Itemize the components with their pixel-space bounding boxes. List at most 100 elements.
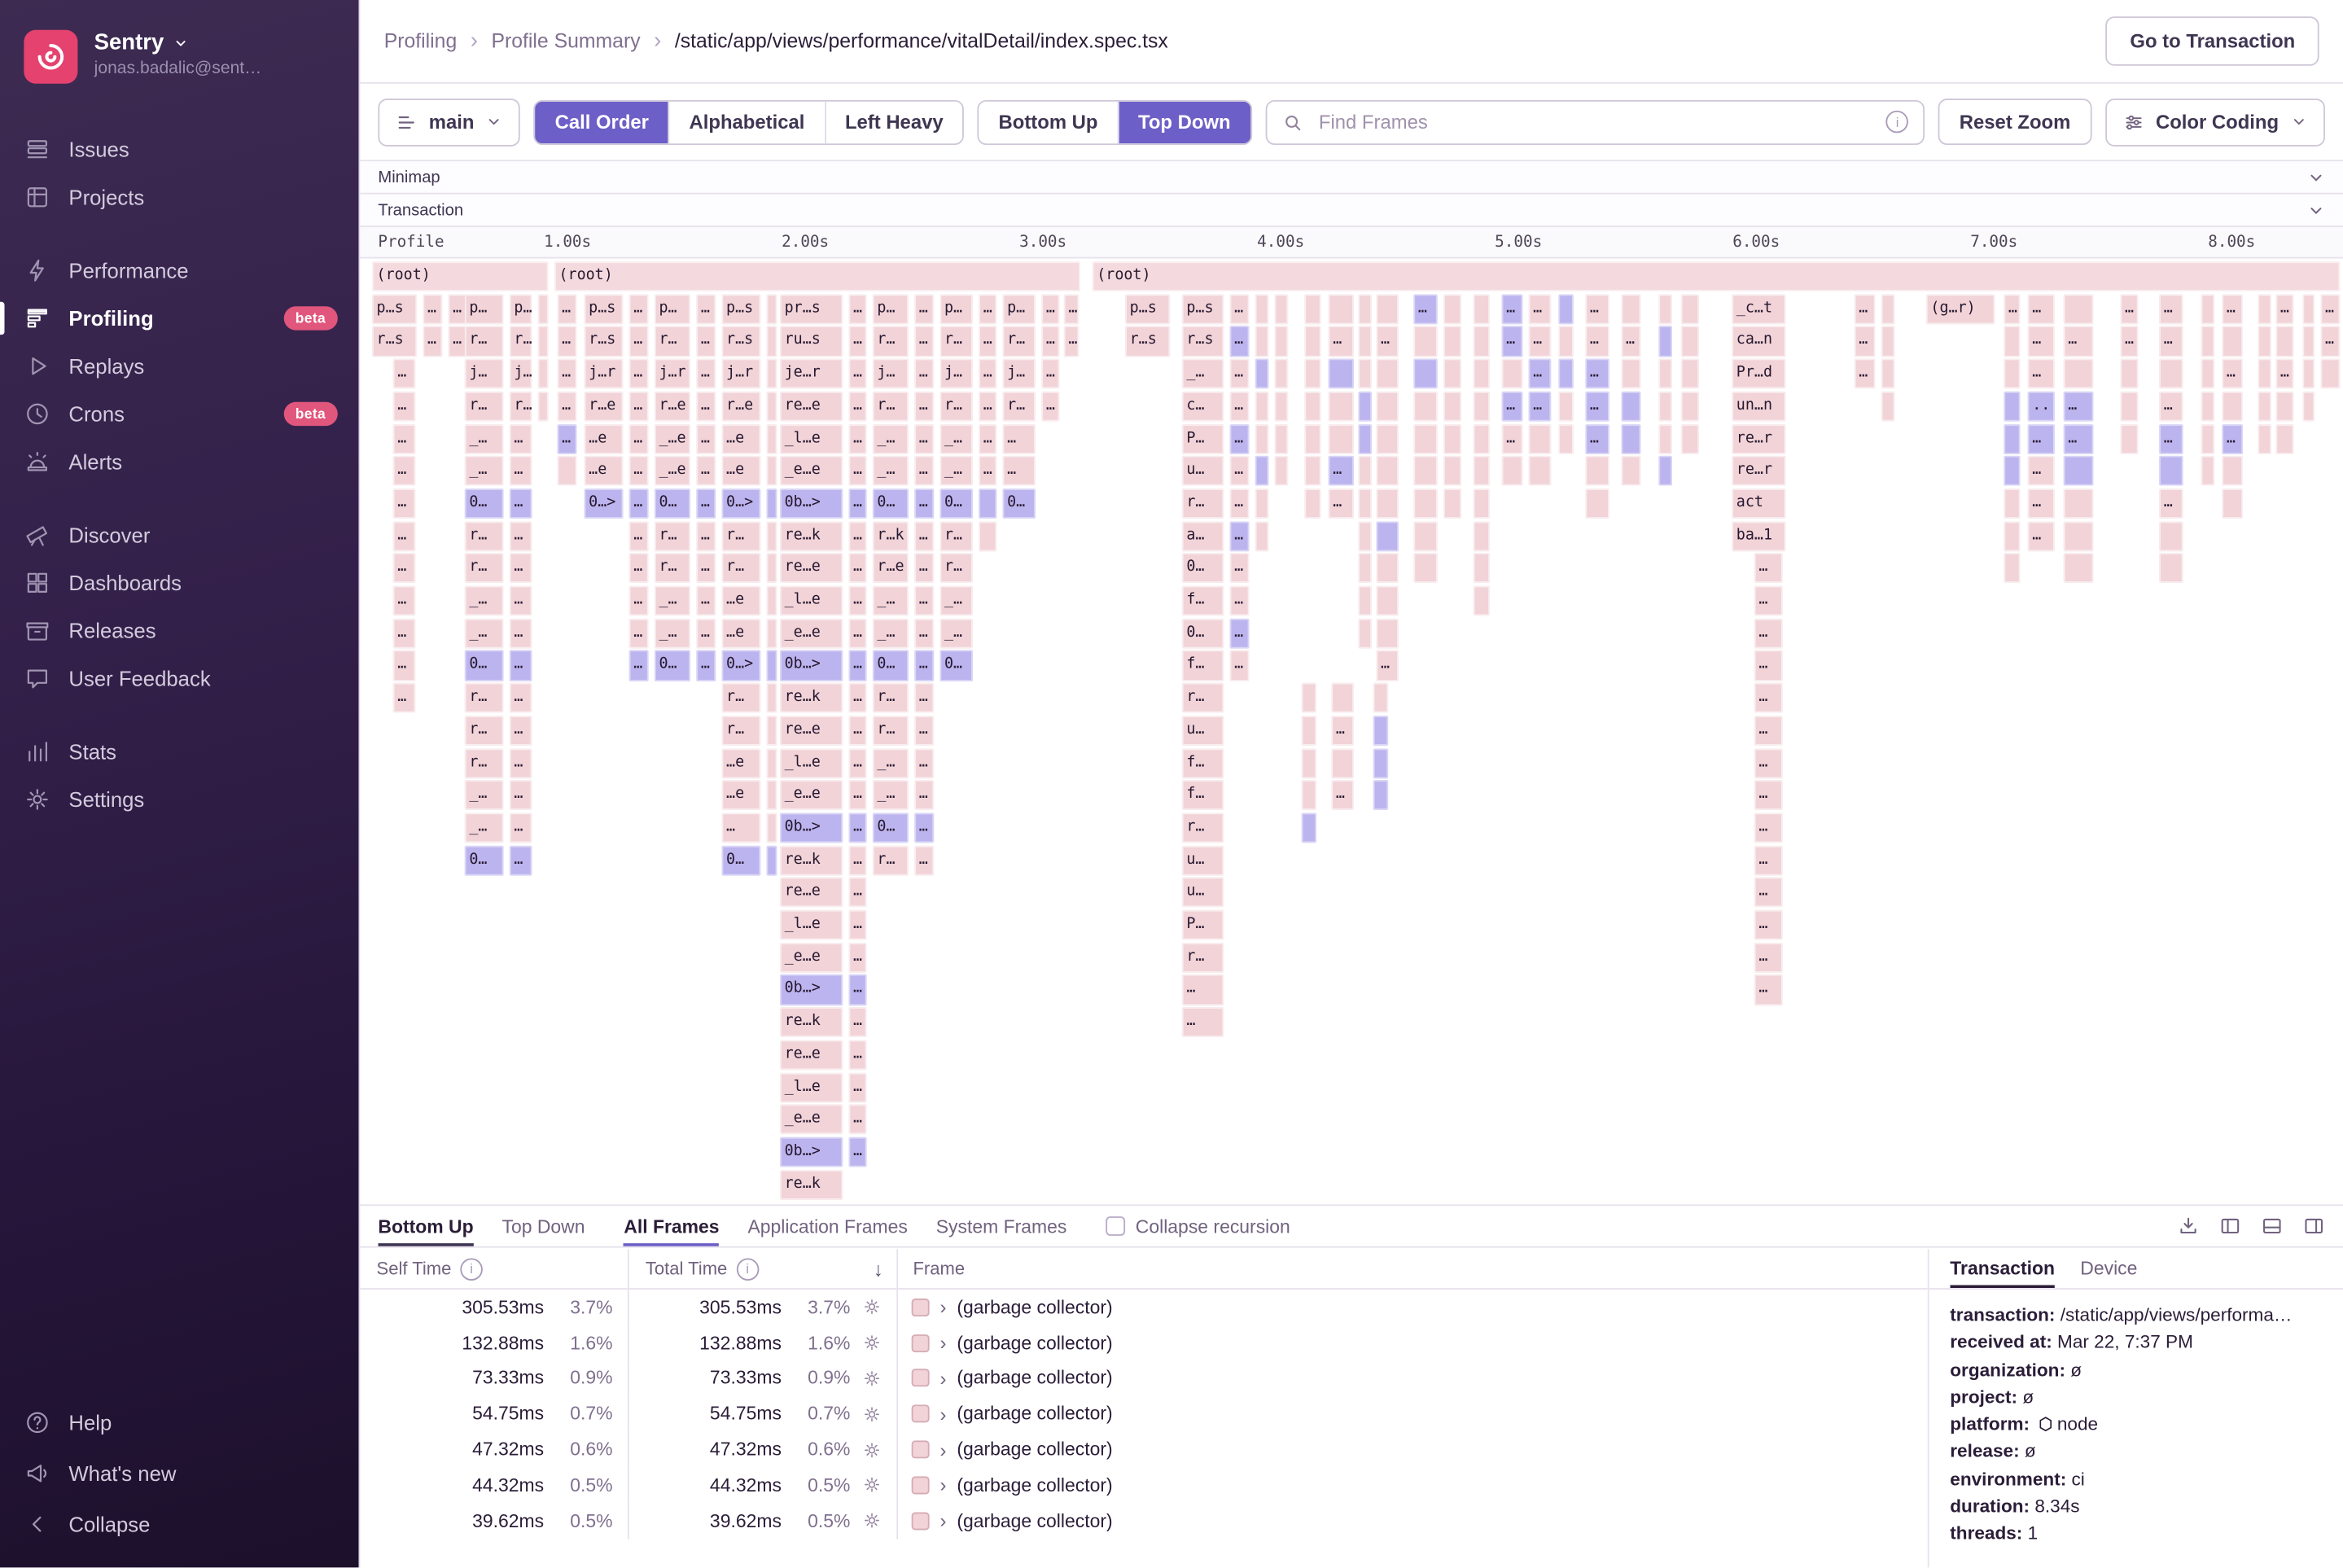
flame-frame-cell[interactable]: … [2028, 423, 2055, 453]
flame-frame-cell[interactable]: … [849, 975, 867, 1005]
flame-frame-cell[interactable]: … [510, 716, 532, 746]
go-to-transaction-button[interactable]: Go to Transaction [2106, 16, 2319, 66]
collapse-recursion-checkbox[interactable] [1106, 1216, 1125, 1236]
flame-frame-cell[interactable]: r… [1182, 812, 1224, 843]
flame-frame-cell[interactable]: … [1230, 456, 1250, 486]
flame-frame-cell[interactable] [2004, 488, 2020, 519]
flame-frame-cell[interactable] [2222, 326, 2243, 357]
flame-frame-cell[interactable] [2004, 359, 2020, 389]
direction-bottom-up[interactable]: Bottom Up [979, 101, 1118, 142]
flame-frame-cell[interactable] [1658, 392, 1672, 422]
flame-frame-cell[interactable]: … [849, 910, 867, 940]
flame-frame-cell[interactable]: p… [510, 294, 532, 324]
flame-frame-cell[interactable]: _… [465, 456, 504, 486]
flame-frame-cell[interactable] [1443, 392, 1461, 422]
flame-frame-cell[interactable] [1658, 294, 1672, 324]
flame-frame-cell[interactable]: … [2004, 294, 2020, 324]
flame-frame-cell[interactable] [1681, 326, 1699, 357]
flame-frame-cell[interactable]: … [1754, 878, 1783, 908]
flame-frame-cell[interactable]: … [393, 423, 416, 453]
flame-frame-cell[interactable]: … [849, 1040, 867, 1070]
flame-frame-cell[interactable]: 0b…> [780, 975, 843, 1005]
flame-frame-cell[interactable] [767, 359, 777, 389]
flame-frame-cell[interactable]: … [696, 586, 716, 616]
flame-frame-cell[interactable] [1331, 748, 1354, 778]
flame-frame-cell[interactable] [767, 554, 777, 584]
flame-frame-cell[interactable] [1302, 812, 1316, 843]
flame-frame-cell[interactable] [2258, 392, 2271, 422]
flame-frame-cell[interactable]: r… [940, 521, 973, 551]
chevron-right-icon[interactable] [940, 1403, 947, 1426]
flame-frame-cell[interactable]: … [510, 683, 532, 713]
flame-frame-cell[interactable]: … [696, 488, 716, 519]
flame-frame-cell[interactable]: p…s [722, 294, 761, 324]
flame-frame-cell[interactable]: _… [465, 618, 504, 648]
flame-frame-cell[interactable]: … [1502, 294, 1523, 324]
flame-frame-cell[interactable] [1275, 359, 1289, 389]
sentry-logo[interactable] [24, 30, 77, 84]
flame-frame-cell[interactable] [2159, 521, 2183, 551]
flame-frame-cell[interactable] [2004, 392, 2020, 422]
flame-frame-cell[interactable]: … [1003, 423, 1036, 453]
flame-frame-cell[interactable]: r… [655, 326, 690, 357]
flame-frame-cell[interactable]: … [629, 554, 649, 584]
flame-frame-cell[interactable]: … [1529, 326, 1552, 357]
flame-frame-cell[interactable]: … [2320, 294, 2340, 324]
flame-frame-cell[interactable] [1413, 554, 1437, 584]
flame-frame-cell[interactable] [1474, 392, 1490, 422]
flame-frame-cell[interactable]: … [914, 716, 934, 746]
flame-frame-cell[interactable] [2064, 294, 2094, 324]
flame-frame-cell[interactable]: … [1230, 392, 1250, 422]
flame-frame-cell[interactable]: j… [1003, 359, 1036, 389]
flame-frame-cell[interactable]: j… [873, 359, 909, 389]
flame-frame-cell[interactable] [1304, 359, 1320, 389]
flame-frame-cell[interactable]: … [393, 650, 416, 681]
breadcrumb-item[interactable]: Profiling [384, 30, 458, 53]
flame-frame-cell[interactable]: … [1529, 359, 1552, 389]
flame-frame-cell[interactable]: r… [510, 326, 532, 357]
flame-frame-cell[interactable]: … [849, 1072, 867, 1102]
flame-frame-cell[interactable]: …e [722, 618, 761, 648]
flame-frame-cell[interactable]: … [914, 812, 934, 843]
flame-frame-cell[interactable]: … [914, 554, 934, 584]
flame-frame-cell[interactable]: …e [722, 748, 761, 778]
flame-frame-cell[interactable]: re…e [780, 878, 843, 908]
flame-frame-cell[interactable] [767, 326, 777, 357]
flame-frame-cell[interactable]: … [1329, 326, 1354, 357]
flame-frame-cell[interactable]: … [1331, 780, 1354, 810]
flame-frame-cell[interactable]: … [849, 683, 867, 713]
flame-frame-cell[interactable] [767, 294, 777, 324]
sidebar-item-user-feedback[interactable]: User Feedback [0, 655, 359, 703]
flame-frame-cell[interactable]: _…e [655, 456, 690, 486]
flame-frame-cell[interactable]: r… [1003, 326, 1036, 357]
flame-frame-cell[interactable]: … [2222, 294, 2243, 324]
flame-frame-cell[interactable]: … [1413, 294, 1437, 324]
flame-frame-cell[interactable] [2064, 359, 2094, 389]
flame-frame-cell[interactable] [1329, 359, 1354, 389]
flame-frame-cell[interactable] [2004, 326, 2020, 357]
flame-frame-cell[interactable] [2159, 359, 2183, 389]
flame-frame-cell[interactable]: … [979, 392, 996, 422]
flame-frame-cell[interactable]: … [393, 488, 416, 519]
flame-frame-cell[interactable] [1275, 392, 1289, 422]
flame-frame-cell[interactable]: … [629, 650, 649, 681]
flame-frame-cell[interactable] [1275, 326, 1289, 357]
chevron-right-icon[interactable] [940, 1439, 947, 1461]
table-row[interactable]: 39.62ms0.5%39.62ms0.5%(garbage collector… [360, 1503, 1927, 1539]
flame-frame-cell[interactable]: … [914, 392, 934, 422]
flame-frame-cell[interactable]: j…r [722, 359, 761, 389]
table-row[interactable]: 305.53ms3.7%305.53ms3.7%(garbage collect… [360, 1290, 1927, 1325]
flame-frame-cell[interactable] [2201, 294, 2215, 324]
flame-frame-cell[interactable]: re…e [780, 554, 843, 584]
find-frames-search[interactable] [1265, 99, 1925, 144]
flame-frame-cell[interactable]: … [849, 392, 867, 422]
flame-frame-cell[interactable]: 0b…> [780, 650, 843, 681]
flame-frame-cell[interactable] [1681, 423, 1699, 453]
table-row[interactable]: 44.32ms0.5%44.32ms0.5%(garbage collector… [360, 1467, 1927, 1503]
flame-frame-cell[interactable]: … [2222, 423, 2243, 453]
flame-frame-cell[interactable]: … [449, 326, 466, 357]
flame-frame-cell[interactable] [1621, 423, 1640, 453]
flame-frame-cell[interactable] [1304, 456, 1320, 486]
flame-frame-cell[interactable] [1255, 392, 1269, 422]
flame-frame-cell[interactable] [767, 780, 777, 810]
